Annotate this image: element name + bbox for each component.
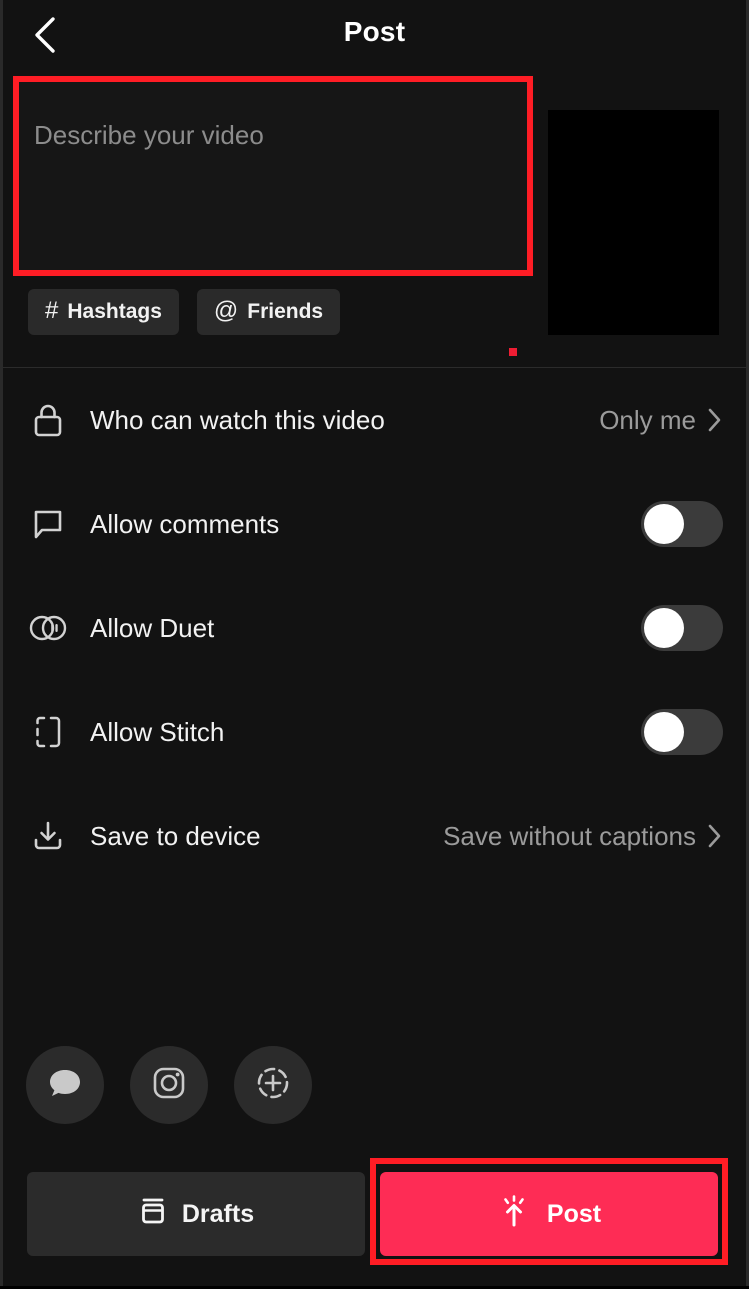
bottom-action-bar: Drafts Post [0,1170,749,1289]
instagram-story-icon [251,1061,295,1110]
hashtags-chip-label: Hashtags [67,300,162,323]
download-icon [25,819,71,853]
instagram-icon [148,1062,190,1109]
toggle-allow-stitch[interactable] [641,709,723,755]
row-allow-comments-label: Allow comments [90,508,280,539]
post-arrow-icon [497,1193,531,1236]
row-allow-comments[interactable]: Allow comments [0,472,749,576]
post-button[interactable]: Post [380,1172,718,1256]
row-save-to-device[interactable]: Save to device Save without captions [0,784,749,888]
thumbnail-indicator-dot [509,348,517,356]
comment-bubble-icon [25,507,71,541]
header-bar: Post [0,0,749,72]
friends-chip[interactable]: @ Friends [196,289,341,335]
drafts-button-label: Drafts [181,1199,255,1228]
toggle-knob [644,608,684,648]
compose-chips: # Hashtags @ Friends [28,289,341,335]
message-bubble-icon [44,1062,86,1109]
hash-icon: # [45,297,59,324]
row-privacy-label: Who can watch this video [90,404,385,435]
row-allow-duet-label: Allow Duet [90,612,215,643]
lock-icon [25,401,71,439]
row-save-to-device-control[interactable]: Save without captions [443,821,723,852]
row-privacy-value: Only me [599,404,696,435]
settings-list: Who can watch this video Only me Allow c… [0,368,749,888]
video-thumbnail[interactable] [548,110,719,335]
description-input[interactable]: Describe your video [17,80,529,272]
description-placeholder: Describe your video [34,120,264,150]
tiktok-post-screen: Post Describe your video # Hashtags @ Fr… [0,0,749,1289]
compose-section: Describe your video # Hashtags @ Friends [0,72,749,367]
toggle-knob [644,712,684,752]
drafts-button[interactable]: Drafts [27,1172,365,1256]
post-button-label: Post [546,1199,602,1228]
row-allow-stitch-control [641,709,723,755]
friends-chip-label: Friends [247,300,324,323]
share-row [26,1046,312,1124]
chevron-right-icon [707,407,723,433]
row-save-to-device-label: Save to device [90,820,261,851]
toggle-allow-duet[interactable] [641,605,723,651]
row-allow-stitch-label: Allow Stitch [90,716,225,747]
screen-edge-left [0,0,3,1289]
row-save-to-device-value: Save without captions [443,820,696,851]
row-allow-comments-control [641,501,723,547]
row-allow-duet[interactable]: Allow Duet [0,576,749,680]
chevron-right-icon [707,823,723,849]
page-title: Post [343,16,406,47]
archive-box-icon [138,1195,168,1234]
row-allow-duet-control [641,605,723,651]
toggle-knob [644,504,684,544]
toggle-allow-comments[interactable] [641,501,723,547]
at-icon: @ [213,297,239,324]
duet-icon [25,612,71,644]
share-instagram-button[interactable] [130,1046,208,1124]
row-privacy-control[interactable]: Only me [599,405,723,436]
row-allow-stitch[interactable]: Allow Stitch [0,680,749,784]
hashtags-chip[interactable]: # Hashtags [28,289,179,335]
stitch-icon [25,714,71,750]
share-instagram-story-button[interactable] [234,1046,312,1124]
share-messages-button[interactable] [26,1046,104,1124]
row-privacy[interactable]: Who can watch this video Only me [0,368,749,472]
